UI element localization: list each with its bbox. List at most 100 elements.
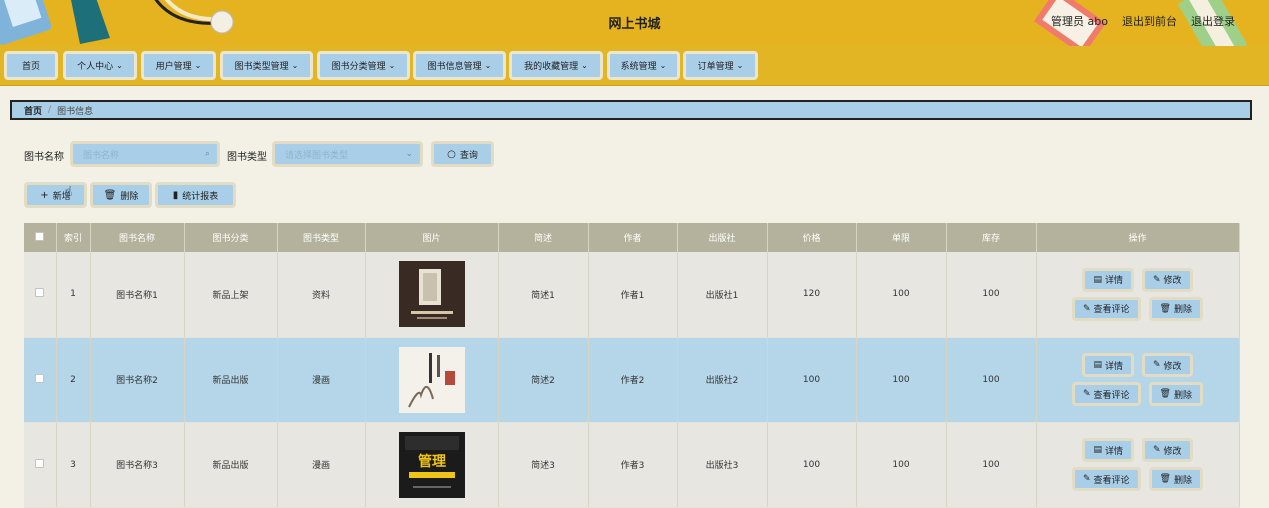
- cell-category: 新品上架: [184, 252, 278, 338]
- logout-link[interactable]: 退出登录: [1191, 13, 1235, 29]
- pencil-icon: ✎: [1082, 389, 1091, 399]
- col-header: 出版社: [677, 223, 768, 252]
- row-checkbox[interactable]: [35, 373, 45, 383]
- col-header: 图书类型: [277, 223, 366, 252]
- row-checkbox[interactable]: [35, 288, 45, 298]
- breadcrumb: 首页 / 图书信息: [10, 100, 1252, 120]
- detail-button[interactable]: ▤ 详情: [1082, 353, 1134, 377]
- chevron-down-icon: ⌄: [736, 61, 744, 70]
- query-button[interactable]: ○ 查询: [431, 141, 494, 167]
- chevron-down-icon: ⌄: [116, 61, 123, 70]
- nav-item-users[interactable]: 用户管理 ⌄: [141, 51, 216, 80]
- view-comments-button[interactable]: ✎ 查看评论: [1071, 382, 1141, 406]
- cell-index: 2: [56, 337, 91, 423]
- chevron-down-icon: ⌄: [405, 149, 413, 159]
- cell-stock: 100: [946, 422, 1037, 508]
- col-header: 操作: [1036, 223, 1240, 252]
- table-row: 3 图书名称3 新品出版 漫画 管理 简述3 作者3 出版社3 100 100 …: [24, 422, 1240, 508]
- chevron-down-icon: ⌄: [388, 61, 396, 70]
- nav-item-personal[interactable]: 个人中心 ⌄: [63, 51, 137, 80]
- col-header: 图片: [365, 223, 499, 252]
- cell-summary: 简述3: [498, 422, 589, 508]
- breadcrumb-home[interactable]: 首页: [24, 104, 42, 117]
- book-name-input[interactable]: 图书名称 ⌕: [70, 141, 220, 167]
- cell-category: 新品出版: [184, 422, 278, 508]
- cover-title-text: 管理: [418, 453, 446, 470]
- cell-type: 漫画: [277, 337, 366, 423]
- add-button[interactable]: + 新增: [24, 182, 87, 208]
- row-actions: ▤ 详情 ✎ 修改 ✎ 查看评论 🗑 删除: [1037, 438, 1239, 491]
- trash-icon: 🗑: [1159, 389, 1171, 399]
- trash-icon: 🗑: [1159, 303, 1171, 314]
- nav-item-book-types[interactable]: 图书类型管理 ⌄: [220, 51, 313, 80]
- col-header: 简述: [498, 223, 589, 252]
- nav-item-favorites[interactable]: 我的收藏管理 ⌄: [509, 51, 603, 80]
- detail-button[interactable]: ▤ 详情: [1082, 438, 1134, 462]
- main-nav: 首页 个人中心 ⌄ 用户管理 ⌄ 图书类型管理 ⌄ 图书分类管理 ⌄ 图书信息管理 ⌄ 我…: [0, 46, 1269, 86]
- report-button[interactable]: ▮ 统计报表: [155, 182, 236, 208]
- delete-button[interactable]: 🗑 删除: [90, 182, 152, 208]
- edit-button[interactable]: ✎ 修改: [1141, 267, 1193, 292]
- nav-item-system[interactable]: 系统管理 ⌄: [607, 51, 680, 80]
- user-label: 管理员 abo: [1051, 15, 1108, 28]
- nav-item-orders[interactable]: 订单管理 ⌄: [683, 51, 758, 80]
- book-type-select[interactable]: 请选择图书类型 ⌄: [272, 141, 423, 167]
- cell-author: 作者3: [588, 422, 678, 508]
- cell-limit: 100: [856, 252, 947, 338]
- pencil-icon: ✎: [1082, 474, 1091, 484]
- row-delete-button[interactable]: 🗑 删除: [1148, 467, 1203, 491]
- table-row: 2 图书名称2 新品出版 漫画 简述2 作者2 出版社2 100 100 100: [24, 337, 1240, 423]
- row-delete-button[interactable]: 🗑 删除: [1148, 382, 1203, 406]
- col-header: 价格: [767, 223, 857, 252]
- cell-publisher: 出版社2: [677, 337, 768, 423]
- cell-index: 1: [56, 252, 91, 338]
- pencil-icon: ✎: [1082, 303, 1091, 314]
- view-comments-button[interactable]: ✎ 查看评论: [1071, 467, 1141, 491]
- bar-chart-icon: ▮: [172, 189, 179, 201]
- pencil-icon: ✎: [1152, 360, 1161, 370]
- to-front-link[interactable]: 退出到前台: [1122, 13, 1177, 29]
- col-header: 图书名称: [90, 223, 185, 252]
- cell-name: 图书名称1: [90, 252, 185, 338]
- cell-publisher: 出版社3: [677, 422, 768, 508]
- cell-type: 资料: [277, 252, 366, 338]
- header: 网上书城 管理员 abo 退出到前台 退出登录: [0, 0, 1269, 46]
- table-row: 1 图书名称1 新品上架 资料 简述1 作者1 出版社1 120 100 100: [24, 252, 1240, 338]
- row-checkbox[interactable]: [35, 458, 45, 468]
- edit-button[interactable]: ✎ 修改: [1141, 438, 1193, 462]
- search-icon: ○: [447, 148, 456, 160]
- col-header: 索引: [56, 223, 91, 252]
- cell-limit: 100: [856, 337, 947, 423]
- book-name-label: 图书名称: [24, 152, 64, 163]
- cell-index: 3: [56, 422, 91, 508]
- col-header: 库存: [946, 223, 1037, 252]
- table-header: 索引 图书名称 图书分类 图书类型 图片 简述 作者 出版社 价格 单限 库存 …: [24, 223, 1240, 252]
- document-icon: ▤: [1093, 274, 1102, 285]
- book-cover-image: [398, 346, 465, 413]
- trash-icon: 🗑: [1159, 474, 1171, 484]
- chevron-down-icon: ⌄: [484, 61, 492, 70]
- view-comments-button[interactable]: ✎ 查看评论: [1071, 296, 1141, 321]
- cell-type: 漫画: [277, 422, 366, 508]
- pencil-icon: ✎: [1152, 274, 1161, 285]
- select-all-checkbox[interactable]: [35, 231, 45, 241]
- book-cover-image: 管理: [398, 431, 465, 498]
- select-all-checkbox-cell[interactable]: [24, 223, 57, 252]
- book-table: 索引 图书名称 图书分类 图书类型 图片 简述 作者 出版社 价格 单限 库存 …: [24, 223, 1240, 508]
- nav-item-book-info[interactable]: 图书信息管理 ⌄: [413, 51, 506, 80]
- cell-author: 作者2: [588, 337, 678, 423]
- col-header: 单限: [856, 223, 947, 252]
- document-icon: ▤: [1093, 360, 1102, 370]
- search-icon: ⌕: [204, 149, 210, 159]
- nav-item-book-categories[interactable]: 图书分类管理 ⌄: [317, 51, 410, 80]
- cell-stock: 100: [946, 337, 1037, 423]
- cell-name: 图书名称2: [90, 337, 185, 423]
- detail-button[interactable]: ▤ 详情: [1082, 267, 1134, 292]
- cell-stock: 100: [946, 252, 1037, 338]
- cell-name: 图书名称3: [90, 422, 185, 508]
- cell-summary: 简述2: [498, 337, 589, 423]
- edit-button[interactable]: ✎ 修改: [1141, 353, 1193, 377]
- row-delete-button[interactable]: 🗑 删除: [1148, 296, 1203, 321]
- nav-item-home[interactable]: 首页: [4, 51, 58, 80]
- chevron-down-icon: ⌄: [291, 61, 299, 70]
